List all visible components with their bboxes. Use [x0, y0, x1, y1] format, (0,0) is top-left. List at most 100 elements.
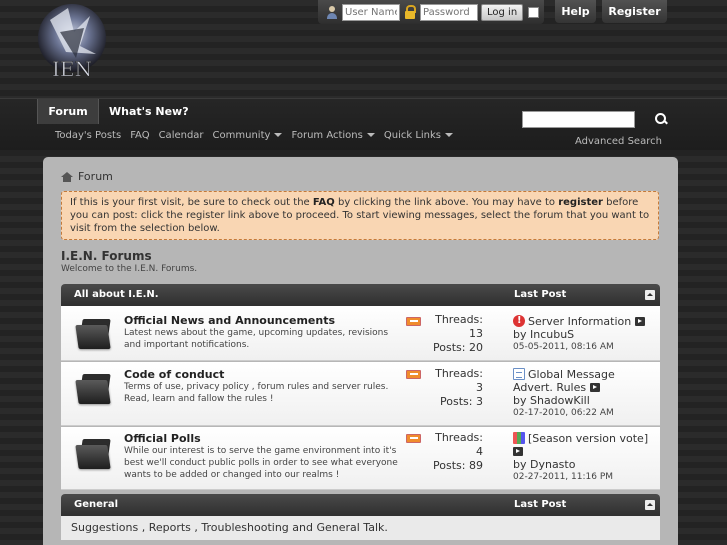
posts-label: Posts:	[433, 341, 466, 354]
threads-count: 3	[476, 381, 483, 394]
collapse-icon[interactable]	[645, 290, 655, 300]
login-bar: Log in	[318, 0, 544, 24]
threads-count: 4	[476, 445, 483, 458]
subnav-calendar[interactable]: Calendar	[159, 130, 204, 141]
main-content: Forum If this is your first visit, be su…	[43, 157, 678, 545]
last-post-author[interactable]: by IncubuS	[513, 328, 653, 341]
chevron-down-icon	[445, 133, 454, 137]
svg-text:IEN: IEN	[52, 57, 92, 81]
last-post: Global Message Advert. Rules by ShadowKi…	[513, 368, 653, 420]
notice-faq-link[interactable]: FAQ	[313, 197, 335, 208]
last-post-time: 06:22 AM	[571, 408, 614, 418]
posts-label: Posts:	[433, 459, 466, 472]
threads-label: Threads:	[435, 367, 483, 380]
warning-icon	[513, 314, 525, 327]
forum-name[interactable]: Official News and Announcements	[124, 314, 335, 327]
notice-text-1: If this is your first visit, be sure to …	[70, 197, 313, 208]
notice-register-link[interactable]: register	[558, 197, 603, 208]
forum-name[interactable]: Code of conduct	[124, 368, 224, 381]
forum-description: Terms of use, privacy policy , forum rul…	[124, 382, 389, 404]
subnav-todays-posts[interactable]: Today's Posts	[55, 130, 121, 141]
last-post-date: 05-05-2011, 08:16 AM	[513, 341, 653, 354]
page-subtitle: Welcome to the I.E.N. Forums.	[61, 264, 198, 274]
collapse-icon[interactable]	[645, 500, 655, 510]
threads-count: 13	[469, 327, 483, 340]
subnav-forum-actions-label: Forum Actions	[291, 130, 363, 141]
tab-forum[interactable]: Forum	[37, 99, 99, 124]
threads-label: Threads:	[435, 431, 483, 444]
category-description: Suggestions , Reports , Troubleshooting …	[61, 516, 660, 540]
forum-description: While our interest is to serve the game …	[124, 446, 398, 480]
last-post-title[interactable]: [Season version vote]	[528, 432, 648, 445]
category-header: General Last Post	[61, 494, 660, 516]
poll-icon	[513, 432, 525, 444]
lock-icon	[403, 4, 417, 20]
forum-folder-icon	[75, 319, 111, 349]
subnav-faq[interactable]: FAQ	[130, 130, 149, 141]
forum-name[interactable]: Official Polls	[124, 432, 201, 445]
page-title: I.E.N. Forums	[61, 249, 152, 263]
last-post: Server Information by IncubuS 05-05-2011…	[513, 314, 653, 354]
subnav-quick-links[interactable]: Quick Links	[383, 130, 454, 141]
login-button[interactable]: Log in	[481, 3, 524, 21]
advanced-search-link[interactable]: Advanced Search	[575, 136, 662, 147]
posts-count: Posts: 20	[403, 341, 483, 354]
help-button[interactable]: Help	[555, 0, 596, 23]
username-input[interactable]	[342, 3, 400, 21]
forum-row: Code of conduct Terms of use, privacy po…	[61, 362, 660, 426]
category-name[interactable]: All about I.E.N.	[74, 289, 159, 300]
last-post-date-value: 02-27-2011,	[513, 472, 569, 482]
posts-value: 89	[469, 459, 483, 472]
threads-label: Threads:	[435, 313, 483, 326]
category-header: All about I.E.N. Last Post	[61, 284, 660, 306]
subnav-community[interactable]: Community	[213, 130, 283, 141]
last-post-column-label: Last Post	[514, 499, 567, 510]
subnav-forum-actions[interactable]: Forum Actions	[291, 130, 375, 141]
go-to-post-icon[interactable]	[513, 447, 523, 456]
subnav: Today's Posts FAQ Calendar Community For…	[55, 130, 454, 141]
last-post: [Season version vote] by Dynasto 02-27-2…	[513, 432, 653, 484]
site-logo[interactable]: IEN	[30, 2, 114, 82]
search-input[interactable]	[522, 111, 635, 128]
chevron-down-icon	[274, 133, 283, 137]
tab-whats-new[interactable]: What's New?	[109, 99, 189, 124]
posts-count: Posts: 89	[403, 459, 483, 472]
last-post-author[interactable]: by ShadowKill	[513, 394, 653, 407]
last-post-date: 02-27-2011, 11:16 PM	[513, 471, 653, 484]
last-post-time: 11:16 PM	[571, 472, 614, 482]
last-post-title[interactable]: Server Information	[528, 315, 631, 328]
register-button[interactable]: Register	[602, 0, 667, 23]
forum-folder-icon	[75, 439, 111, 469]
last-post-column-label: Last Post	[514, 289, 567, 300]
last-post-date-value: 05-05-2011,	[513, 342, 569, 352]
last-post-author[interactable]: by Dynasto	[513, 458, 653, 471]
user-icon	[325, 4, 339, 20]
last-post-date-value: 02-17-2010,	[513, 408, 569, 418]
posts-value: 3	[476, 395, 483, 408]
forum-description: Latest news about the game, upcoming upd…	[124, 328, 389, 350]
forum-row: Official Polls While our interest is to …	[61, 427, 660, 490]
forum-folder-icon	[75, 374, 111, 404]
go-to-post-icon[interactable]	[589, 383, 600, 392]
welcome-notice: If this is your first visit, be sure to …	[61, 191, 659, 240]
search-icon[interactable]	[654, 112, 668, 126]
breadcrumb-forum[interactable]: Forum	[78, 170, 113, 183]
subnav-quick-links-label: Quick Links	[383, 130, 442, 141]
posts-value: 20	[469, 341, 483, 354]
subnav-community-label: Community	[212, 130, 271, 141]
breadcrumb: Forum	[61, 170, 113, 183]
posts-count: Posts: 3	[403, 395, 483, 408]
go-to-post-icon[interactable]	[634, 317, 645, 326]
forum-row: Official News and Announcements Latest n…	[61, 306, 660, 361]
navbar: Forum What's New? Today's Posts FAQ Cale…	[0, 98, 727, 150]
category-name[interactable]: General	[74, 499, 118, 510]
posts-label: Posts:	[440, 395, 473, 408]
last-post-date: 02-17-2010, 06:22 AM	[513, 407, 653, 420]
password-input[interactable]	[420, 3, 478, 21]
chevron-down-icon	[366, 133, 375, 137]
remember-me-checkbox[interactable]	[528, 6, 540, 18]
document-icon	[513, 368, 525, 380]
last-post-time: 08:16 AM	[571, 342, 614, 352]
home-icon[interactable]	[61, 171, 73, 182]
notice-text-2: by clicking the link above. You may have…	[334, 197, 559, 208]
